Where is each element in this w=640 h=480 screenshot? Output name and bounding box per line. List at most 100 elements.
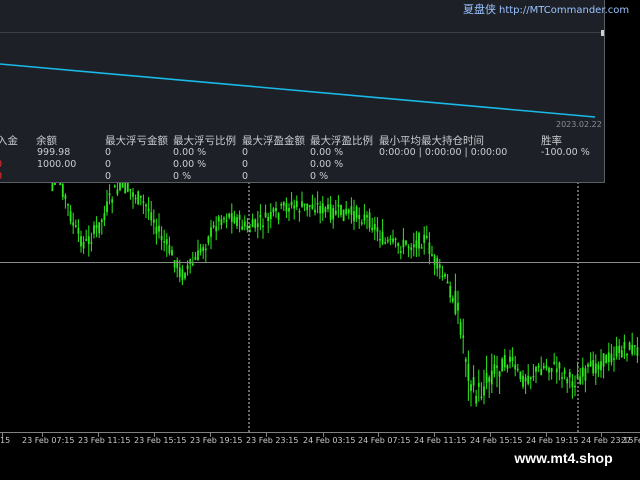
candle-body bbox=[59, 183, 62, 186]
candle-body bbox=[230, 213, 233, 222]
candle-body bbox=[184, 273, 186, 279]
horizontal-price-line[interactable] bbox=[0, 262, 640, 263]
candle-body bbox=[397, 243, 400, 247]
candle-body bbox=[558, 362, 561, 369]
candle-body bbox=[85, 239, 88, 241]
candle-body bbox=[111, 199, 114, 203]
candle-body bbox=[467, 363, 470, 381]
candle-body bbox=[626, 353, 628, 356]
candle-body bbox=[589, 361, 592, 367]
candle-body bbox=[150, 212, 153, 221]
candle-body bbox=[360, 222, 363, 224]
candle-body bbox=[540, 368, 543, 376]
candle-body bbox=[568, 372, 571, 378]
candle-series bbox=[51, 183, 639, 407]
candle-body bbox=[542, 365, 545, 368]
time-axis-label: 24 Feb 11:15 bbox=[414, 436, 467, 445]
candle-body bbox=[605, 355, 608, 364]
candle-body bbox=[350, 206, 353, 215]
candle-body bbox=[121, 183, 124, 188]
candle-body bbox=[282, 202, 285, 206]
candle-body bbox=[145, 204, 147, 207]
candle-body bbox=[425, 235, 428, 238]
candle-body bbox=[451, 298, 454, 302]
candle-body bbox=[420, 247, 423, 249]
candle-body bbox=[457, 302, 459, 311]
time-axis-label: 23 Feb 19:15 bbox=[190, 436, 243, 445]
col-header-max-float-loss: 最大浮亏金额 bbox=[105, 135, 168, 147]
candle-body bbox=[293, 205, 296, 209]
candle-body bbox=[204, 248, 207, 251]
candle-body bbox=[454, 290, 457, 314]
candle-body bbox=[113, 185, 116, 188]
candle-body bbox=[628, 342, 631, 350]
candle-body bbox=[181, 269, 184, 280]
equity-curve bbox=[0, 63, 596, 118]
candle-body bbox=[618, 345, 621, 353]
candle-body bbox=[529, 377, 532, 379]
table-cell: 0:00:00 | 0:00:00 | 0:00:00 bbox=[379, 147, 508, 158]
candle-body bbox=[394, 238, 397, 241]
time-axis-tick bbox=[210, 433, 211, 437]
time-axis-tick bbox=[2, 433, 3, 437]
candle-body bbox=[238, 214, 241, 220]
candle-body bbox=[623, 342, 626, 349]
candle-body bbox=[67, 204, 69, 206]
candle-body bbox=[316, 203, 319, 205]
candle-body bbox=[613, 358, 615, 360]
table-cell: 0.00 % bbox=[173, 159, 207, 170]
candle-body bbox=[277, 213, 280, 220]
time-axis-tick bbox=[154, 433, 155, 437]
candle-body bbox=[306, 203, 309, 211]
candle-body bbox=[480, 396, 483, 399]
candle-body bbox=[449, 286, 452, 298]
table-cell: 0 bbox=[242, 147, 249, 158]
candle-body bbox=[165, 239, 168, 245]
table-cell: 0 % bbox=[173, 171, 192, 182]
time-axis-tick bbox=[98, 433, 99, 437]
col-header-max-float-profit-pct: 最大浮盈比例 bbox=[310, 135, 373, 147]
candle-body bbox=[197, 250, 199, 261]
candle-body bbox=[342, 209, 345, 221]
candle-body bbox=[607, 352, 610, 362]
candle-body bbox=[503, 355, 506, 368]
candle-body bbox=[399, 251, 402, 253]
candle-body bbox=[524, 377, 527, 382]
candle-body bbox=[124, 183, 127, 194]
candle-body bbox=[108, 193, 111, 196]
candle-body bbox=[386, 239, 389, 242]
candle-body bbox=[550, 368, 553, 372]
candle-body bbox=[311, 204, 314, 209]
table-cell: 0 bbox=[242, 171, 249, 182]
table-cell: 0 bbox=[0, 171, 2, 182]
candle-body bbox=[418, 232, 420, 249]
candle-body bbox=[233, 216, 236, 223]
candle-body bbox=[87, 236, 90, 245]
candle-body bbox=[532, 375, 535, 378]
candle-body bbox=[415, 240, 418, 248]
candle-body bbox=[545, 365, 548, 369]
candle-body bbox=[106, 201, 108, 213]
candle-body bbox=[633, 345, 636, 347]
candle-body bbox=[103, 213, 106, 220]
candle-body bbox=[223, 217, 225, 220]
col-header-max-float-profit: 最大浮盈金额 bbox=[242, 135, 305, 147]
equity-line bbox=[0, 63, 596, 118]
candle-body bbox=[243, 221, 246, 227]
candle-body bbox=[563, 370, 566, 374]
candle-body bbox=[511, 357, 514, 361]
candle-body bbox=[72, 222, 75, 226]
time-axis-tick bbox=[42, 433, 43, 437]
candle-body bbox=[210, 227, 212, 237]
candle-body bbox=[134, 197, 137, 200]
col-header-max-float-loss-pct: 最大浮亏比例 bbox=[173, 135, 236, 147]
candle-body bbox=[220, 219, 223, 225]
candle-body bbox=[241, 226, 244, 230]
candle-body bbox=[527, 375, 530, 384]
candle-body bbox=[207, 236, 210, 243]
time-axis-label: 24 Feb 19:15 bbox=[526, 436, 579, 445]
table-cell: 0 % bbox=[310, 171, 329, 182]
candle-body bbox=[381, 231, 384, 244]
candle-body bbox=[631, 344, 634, 354]
candle-body bbox=[472, 377, 475, 386]
